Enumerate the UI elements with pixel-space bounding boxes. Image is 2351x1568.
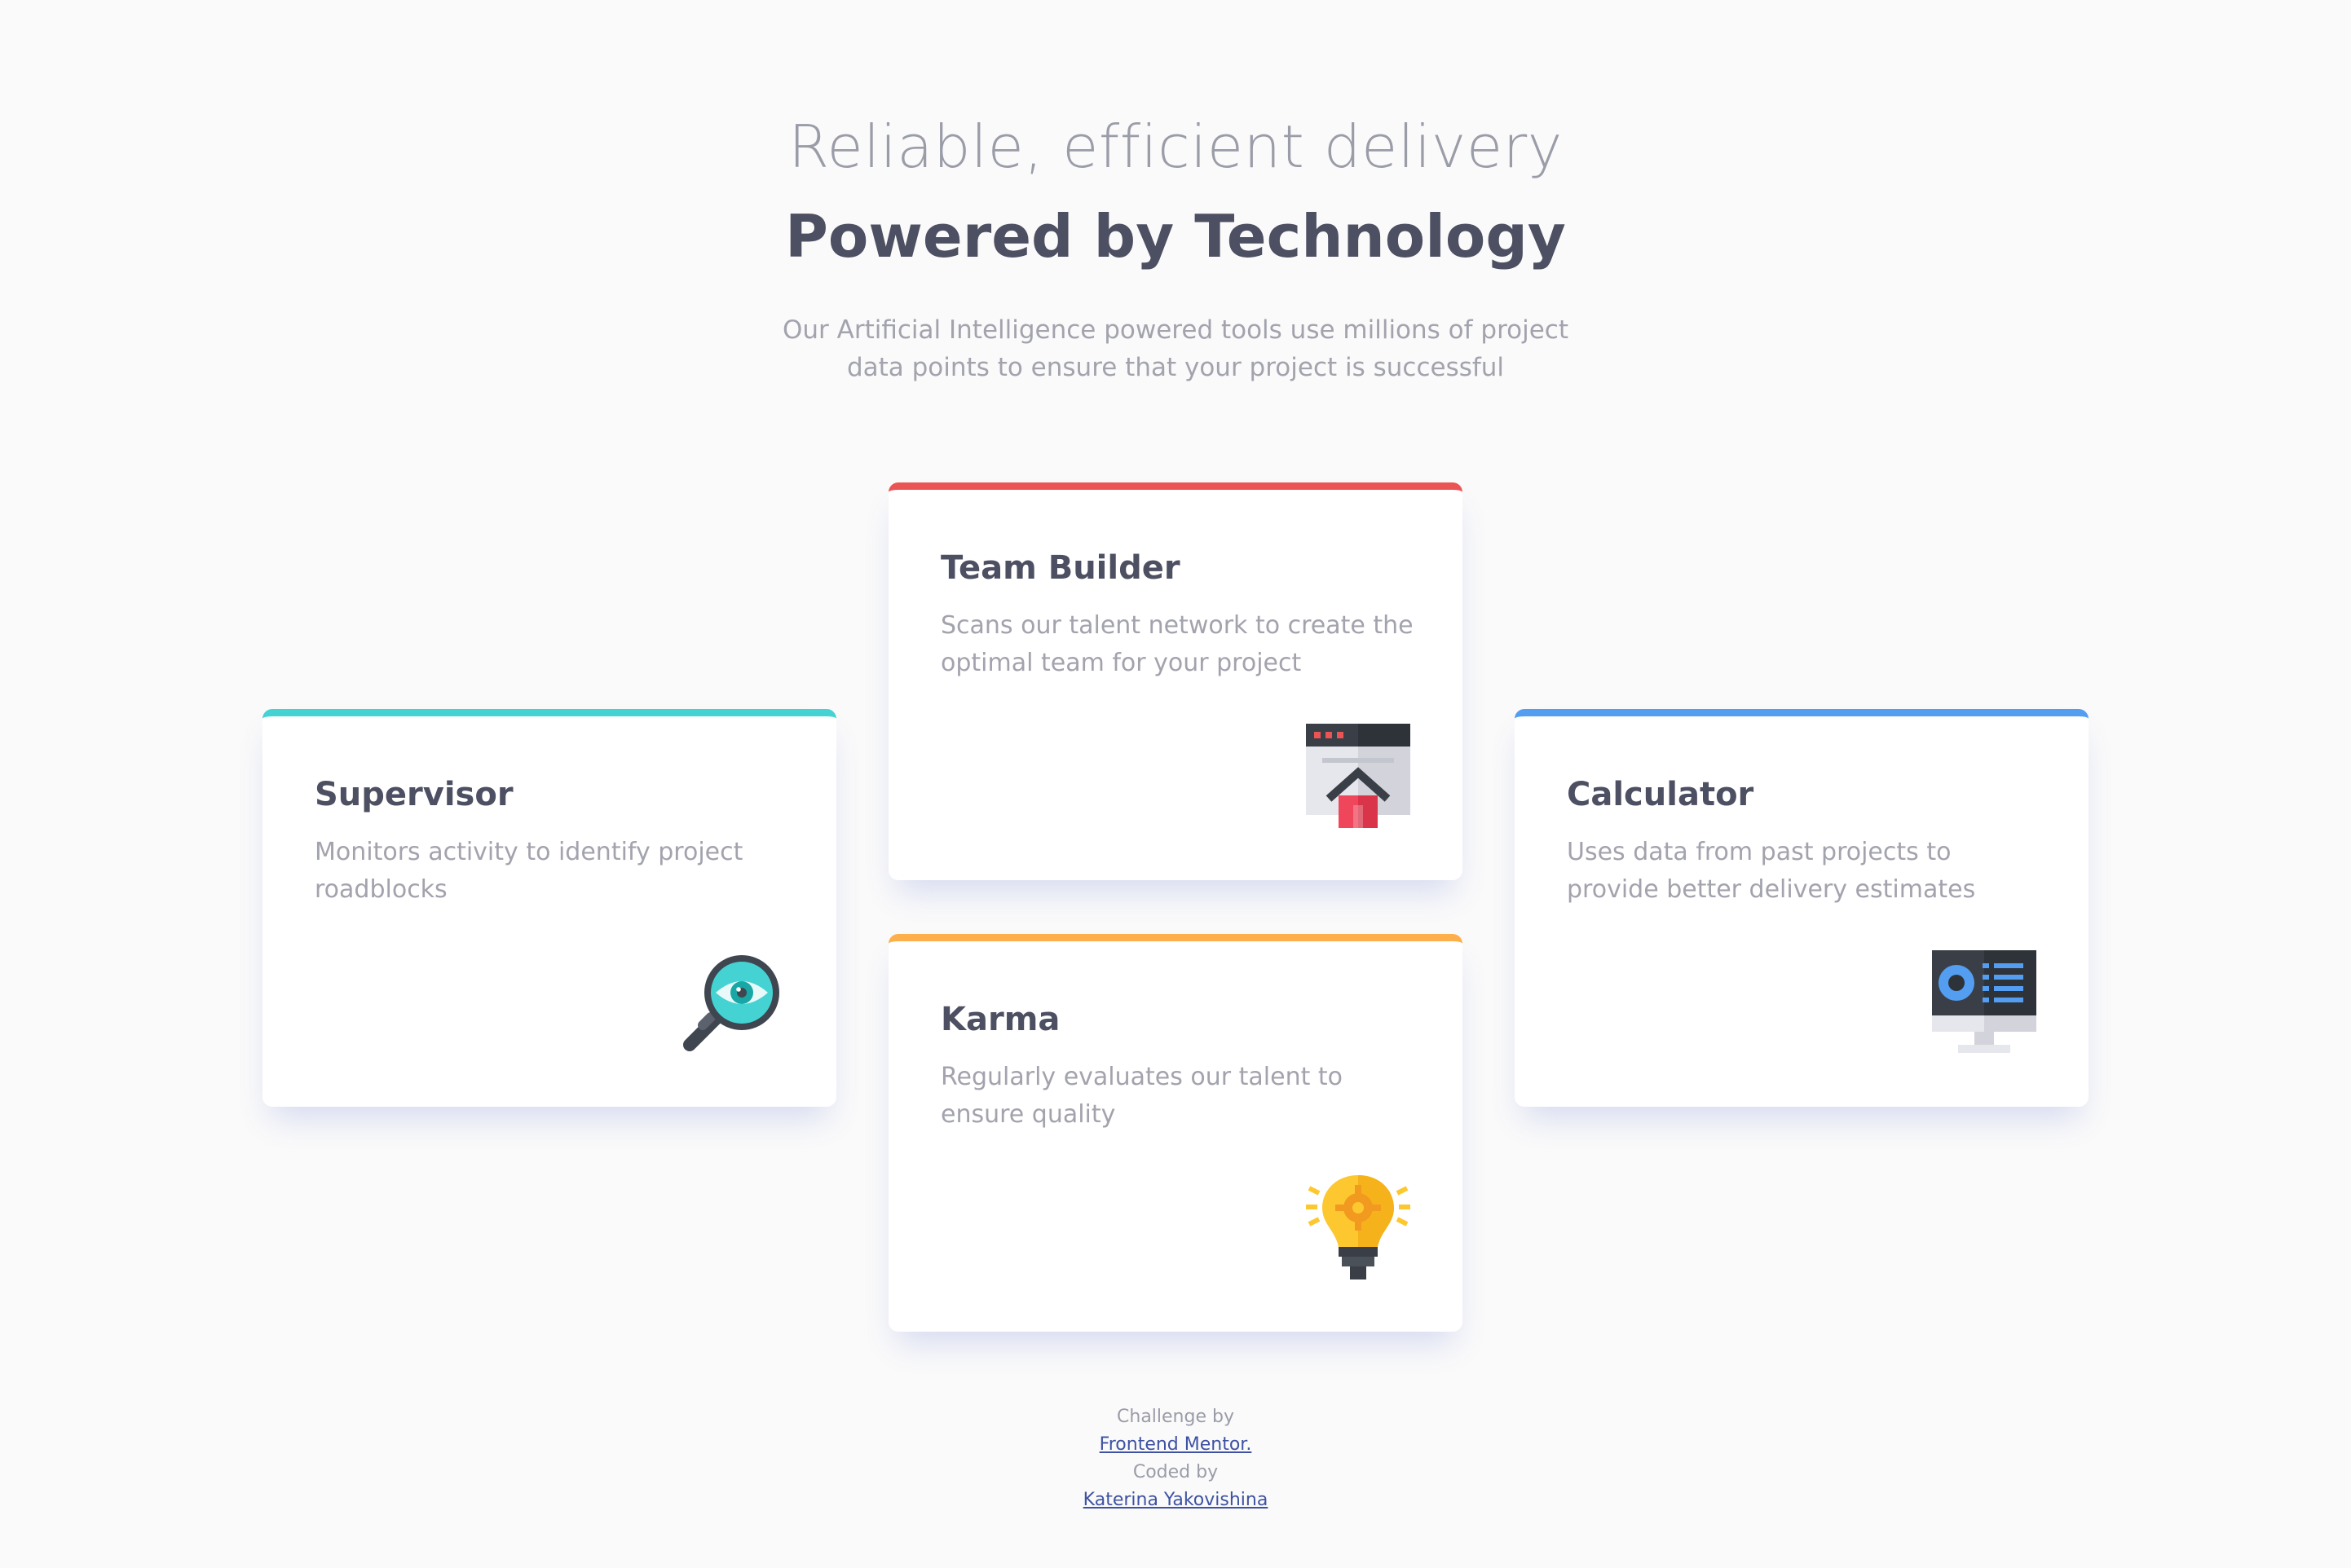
browser-house-icon	[1306, 724, 1410, 828]
frontend-mentor-link[interactable]: Frontend Mentor.	[0, 1431, 2351, 1459]
coded-by-label: Coded by	[1132, 1462, 1219, 1482]
challenge-label: Challenge by	[1117, 1407, 1234, 1427]
card-calculator: Calculator Uses data from past projects …	[1515, 709, 2089, 1107]
card-description: Uses data from past projects to provide …	[1567, 838, 1976, 904]
card-title: Calculator	[1567, 776, 1754, 813]
card-title: Karma	[941, 1001, 1061, 1038]
author-link[interactable]: Katerina Yakovishina	[0, 1487, 2351, 1514]
card-karma: Karma Regularly evaluates our talent to …	[889, 934, 1462, 1332]
page-title: Powered by Technology	[785, 202, 1566, 271]
card-team-builder: Team Builder Scans our talent network to…	[889, 482, 1462, 880]
magnifier-eye-icon	[680, 950, 784, 1055]
page-header: Reliable, efficient delivery Powered by …	[0, 106, 2351, 386]
card-title: Supervisor	[315, 776, 514, 813]
monitor-chart-icon	[1932, 950, 2036, 1055]
lightbulb-icon	[1306, 1175, 1410, 1280]
card-description: Scans our talent network to create the o…	[941, 611, 1414, 677]
card-supervisor: Supervisor Monitors activity to identify…	[262, 709, 836, 1107]
card-title: Team Builder	[941, 549, 1180, 587]
card-description: Regularly evaluates our talent to ensure…	[941, 1063, 1343, 1129]
page-description: Our Artificial Intelligence powered tool…	[783, 315, 1568, 382]
page-subtitle: Reliable, efficient delivery	[788, 112, 1563, 181]
attribution-footer: Challenge by Frontend Mentor. Coded by K…	[0, 1403, 2351, 1514]
card-description: Monitors activity to identify project ro…	[315, 838, 743, 904]
